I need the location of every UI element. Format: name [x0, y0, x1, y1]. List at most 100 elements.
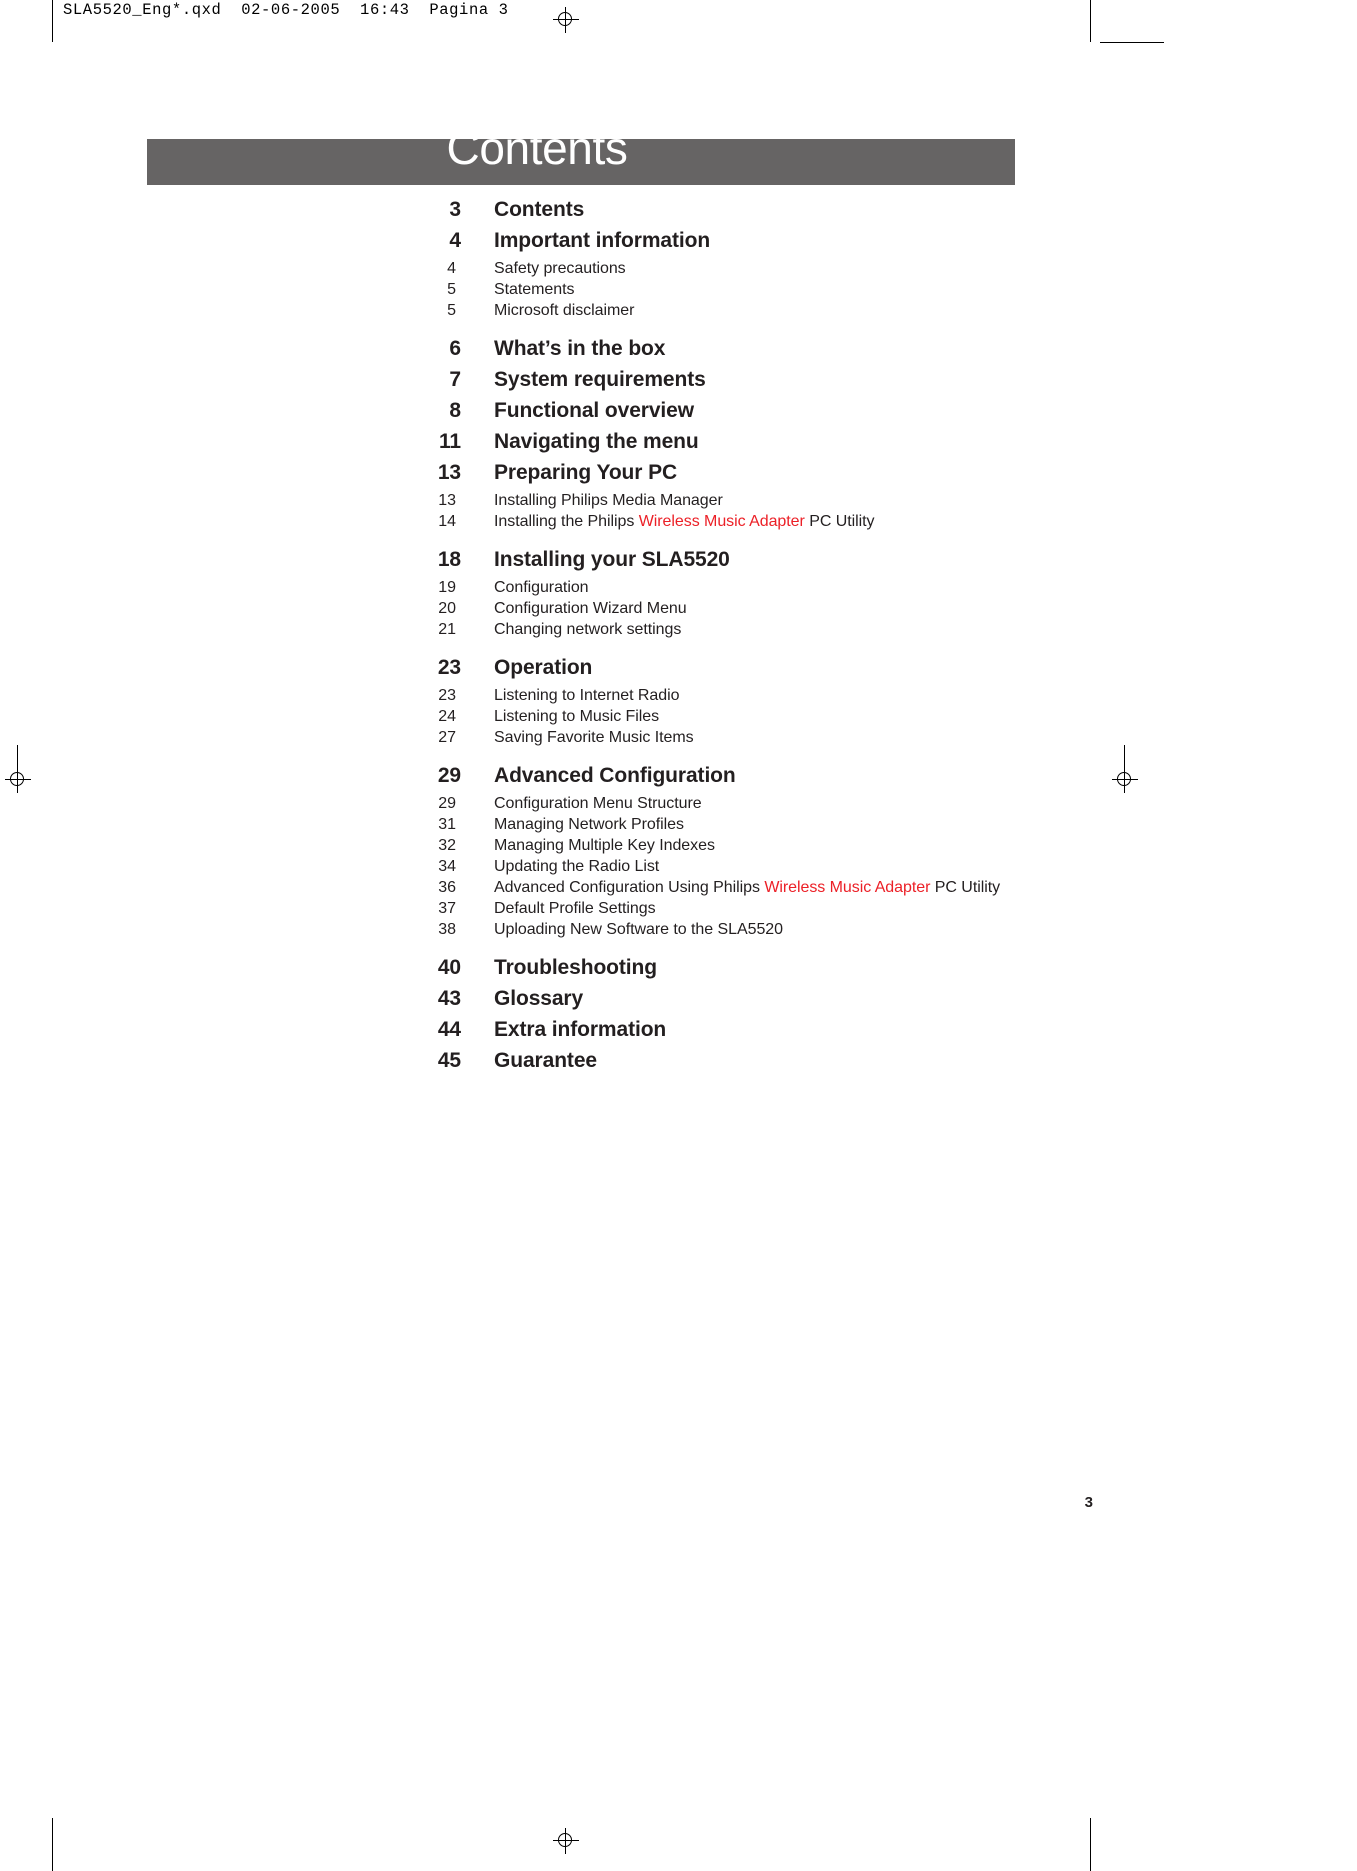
toc-entry-label: Troubleshooting: [494, 956, 657, 979]
toc-page-number: 13: [437, 461, 461, 484]
crop-mark-top-right-horizontal: [1100, 42, 1164, 43]
toc-entry-label: Advanced Configuration: [494, 764, 736, 787]
toc-page-number: 5: [447, 281, 456, 298]
toc-page-number: 23: [438, 687, 456, 704]
toc-page-number: 6: [449, 337, 461, 360]
toc-entry-label: Advanced Configuration Using Philips Wir…: [456, 879, 1000, 897]
toc-page-number: 23: [437, 656, 461, 679]
toc-page-number: 40: [437, 956, 461, 979]
toc-page-number: 3: [449, 198, 461, 221]
proof-header-rule: [52, 0, 53, 28]
proof-header: SLA5520_Eng*.qxd 02-06-2005 16:43 Pagina…: [52, 0, 1152, 28]
toc-entry-label: Functional overview: [494, 399, 694, 422]
toc-entry-label: Installing Philips Media Manager: [494, 492, 723, 509]
toc-section-row[interactable]: 5 Statements: [0, 281, 1357, 302]
toc-entry-label: Navigating the menu: [494, 430, 699, 453]
toc-entry-label: Installing your SLA5520: [494, 548, 730, 571]
toc-page-number: 34: [438, 858, 456, 875]
toc-entry-label: Listening to Internet Radio: [494, 687, 680, 704]
toc-section-row[interactable]: 5 Microsoft disclaimer: [0, 302, 1357, 323]
toc-page-number: 5: [447, 302, 456, 319]
toc-entry-label: Managing Network Profiles: [494, 816, 684, 833]
toc-chapter-row[interactable]: 18 Installing your SLA5520: [0, 548, 1357, 579]
toc-section-row[interactable]: 38 Uploading New Software to the SLA5520: [0, 921, 1357, 942]
toc-page-number: 37: [438, 900, 456, 917]
toc-section-row[interactable]: 24 Listening to Music Files: [0, 708, 1357, 729]
toc-chapter-row[interactable]: 8 Functional overview: [0, 399, 1357, 430]
toc-entry-label: Statements: [494, 281, 575, 298]
toc-entry-label: Microsoft disclaimer: [494, 302, 635, 319]
toc-entry-label: System requirements: [494, 368, 706, 391]
toc-chapter-row[interactable]: 7 System requirements: [0, 368, 1357, 399]
toc-section-row[interactable]: 14 Installing the Philips Wireless Music …: [0, 513, 1357, 534]
toc-page-number: 36: [438, 879, 456, 896]
contents-banner: Contents: [147, 125, 1015, 185]
toc-page-number: 29: [437, 764, 461, 787]
toc-page-number: 13: [438, 492, 456, 509]
page-title: Contents: [446, 122, 628, 174]
toc-label-post: PC Utility: [804, 513, 875, 530]
toc-chapter-row[interactable]: 11 Navigating the menu: [0, 430, 1357, 461]
toc-entry-label: Listening to Music Files: [494, 708, 660, 725]
toc-section-row[interactable]: 20 Configuration Wizard Menu: [0, 600, 1357, 621]
toc-page-number: 43: [437, 987, 461, 1010]
toc-page-number: 21: [438, 621, 456, 638]
toc-entry-label: Preparing Your PC: [494, 461, 678, 484]
toc-section-row[interactable]: 31 Managing Network Profiles: [0, 816, 1357, 837]
toc-label-accent: Wireless Music Adapter: [638, 513, 805, 530]
toc-section-row[interactable]: 13 Installing Philips Media Manager: [0, 492, 1357, 513]
toc-section-row[interactable]: 21 Changing network settings: [0, 621, 1357, 642]
toc-page-number: 11: [439, 430, 461, 453]
toc-entry-label: Managing Multiple Key Indexes: [494, 837, 715, 854]
toc-label-accent: Wireless Music Adapter: [764, 879, 931, 896]
toc-entry-label: Saving Favorite Music Items: [494, 729, 694, 746]
toc-entry-label: Operation: [494, 656, 593, 679]
toc-section-row[interactable]: 32 Managing Multiple Key Indexes: [0, 837, 1357, 858]
toc-chapter-row[interactable]: 45 Guarantee: [0, 1049, 1357, 1080]
toc-entry-label: Glossary: [494, 987, 584, 1010]
toc-entry-label: Safety precautions: [494, 260, 626, 277]
toc-entry-label: Configuration Wizard Menu: [494, 600, 687, 617]
registration-mark-bottom: [553, 1828, 579, 1854]
toc-entry-label: Guarantee: [494, 1049, 597, 1072]
toc-chapter-row[interactable]: 13 Preparing Your PC: [0, 461, 1357, 492]
toc-page-number: 32: [438, 837, 456, 854]
toc-chapter-row[interactable]: 43 Glossary: [0, 987, 1357, 1018]
toc-section-row[interactable]: 4 Safety precautions: [0, 260, 1357, 281]
toc-section-row[interactable]: 23 Listening to Internet Radio: [0, 687, 1357, 708]
toc-page-number: 44: [437, 1018, 461, 1041]
toc-page-number: 19: [438, 579, 456, 596]
toc-chapter-row[interactable]: 44 Extra information: [0, 1018, 1357, 1049]
toc-section-row[interactable]: 34 Updating the Radio List: [0, 858, 1357, 879]
toc-page-number: 27: [438, 729, 456, 746]
crop-mark-bottom-right-vertical: [1090, 1818, 1091, 1871]
toc-section-row[interactable]: 27 Saving Favorite Music Items: [0, 729, 1357, 750]
toc-page-number: 45: [437, 1049, 461, 1072]
toc-page-number: 18: [437, 548, 461, 571]
proof-header-filename: SLA5520_Eng*.qxd 02-06-2005 16:43 Pagina…: [63, 1, 509, 19]
toc-entry-label: Configuration Menu Structure: [494, 795, 702, 812]
table-of-contents: 3 Contents 4 Important information 4 Safety p…: [0, 198, 1357, 1080]
toc-entry-label: Installing the Philips Wireless Music Ad…: [456, 513, 875, 531]
toc-entry-label: Configuration: [494, 579, 589, 596]
toc-label-post: PC Utility: [930, 879, 1001, 896]
toc-chapter-row[interactable]: 6 What’s in the box: [0, 337, 1357, 368]
toc-page-number: 14: [438, 513, 456, 530]
toc-page-number: 38: [438, 921, 456, 938]
toc-entry-label: Important information: [494, 229, 711, 252]
toc-section-row[interactable]: 19 Configuration: [0, 579, 1357, 600]
toc-entry-label: Uploading New Software to the SLA5520: [494, 921, 784, 938]
toc-entry-label: Changing network settings: [494, 621, 682, 638]
toc-page-number: 24: [438, 708, 456, 725]
toc-chapter-row[interactable]: 23 Operation: [0, 656, 1357, 687]
toc-page-number: 20: [438, 600, 456, 617]
toc-entry-label: Contents: [494, 198, 585, 221]
toc-label-pre: Advanced Configuration Using Philips: [494, 879, 765, 896]
toc-chapter-row[interactable]: 29 Advanced Configuration: [0, 764, 1357, 795]
toc-section-row[interactable]: 29 Configuration Menu Structure: [0, 795, 1357, 816]
toc-section-row[interactable]: 37 Default Profile Settings: [0, 900, 1357, 921]
toc-chapter-row[interactable]: 3 Contents: [0, 198, 1357, 229]
toc-section-row[interactable]: 36 Advanced Configuration Using Philips W…: [0, 879, 1357, 900]
toc-chapter-row[interactable]: 40 Troubleshooting: [0, 956, 1357, 987]
toc-chapter-row[interactable]: 4 Important information: [0, 229, 1357, 260]
